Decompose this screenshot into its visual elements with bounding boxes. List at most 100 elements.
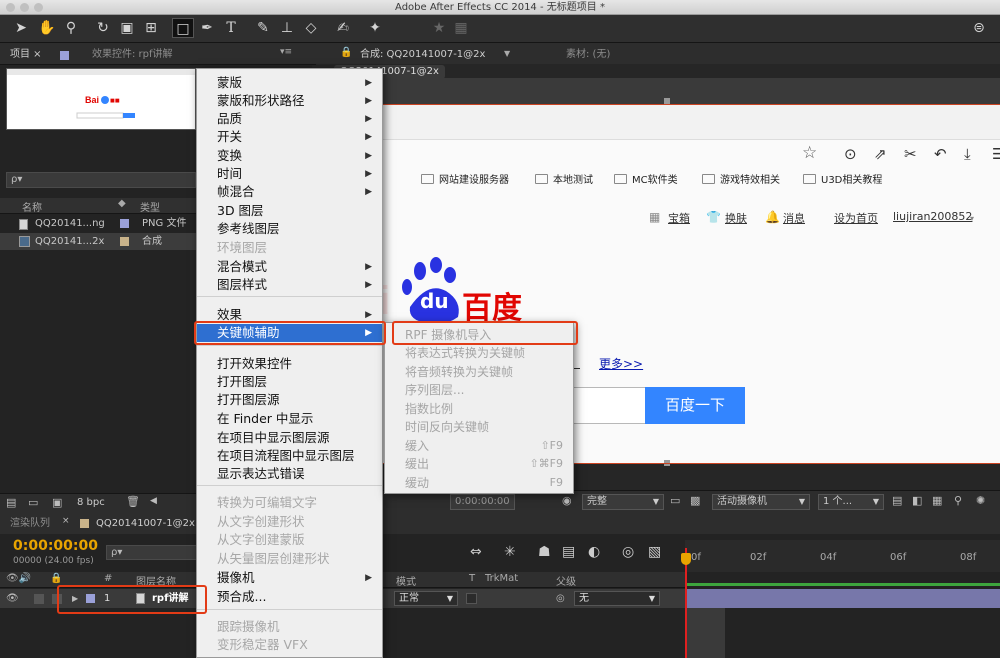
context-menu-item[interactable]: 3D 图层 (197, 202, 382, 220)
parent-pickwhip-icon[interactable]: ◎ (556, 589, 565, 608)
trash-icon[interactable]: 🗑 (126, 495, 140, 508)
snapshot-icon[interactable]: ◉ (562, 494, 572, 507)
change-skin-link[interactable]: 换肤 (725, 210, 747, 226)
transparency-grid-icon[interactable]: ▩ (690, 494, 700, 507)
tab-footage[interactable]: 素材: (无) (560, 46, 616, 64)
context-menu-item[interactable]: 蒙版和形状路径 ▶ (197, 92, 382, 110)
selection-tool-icon[interactable]: ➤ (10, 18, 32, 38)
solo-checkbox[interactable] (34, 594, 44, 604)
tab-timeline-composition[interactable]: QQ20141007-1@2x (90, 515, 201, 533)
trkmat-header: TrkMat (485, 573, 519, 584)
camera-view-dropdown[interactable]: 活动摄像机 ▼ (712, 494, 810, 510)
motion-blur-icon[interactable]: ◐ (588, 544, 600, 560)
context-menu-item[interactable]: 在项目中显示图层源 (197, 429, 382, 447)
type-tool-icon[interactable]: T (220, 18, 242, 38)
tab-effect-controls[interactable]: 效果控件: rpf讲解 (86, 46, 179, 64)
puppet-pin-tool-icon[interactable]: ✦ (364, 18, 386, 38)
brush-tool-icon[interactable]: ✎ (252, 18, 274, 38)
frame-blending-icon[interactable]: ▤ (562, 544, 575, 560)
context-menu-item[interactable]: 蒙版 ▶ (197, 74, 382, 92)
context-menu-item[interactable]: 时间 ▶ (197, 165, 382, 183)
rectangle-tool-icon[interactable]: □ (172, 18, 194, 38)
rotation-tool-icon[interactable]: ↻ (92, 18, 114, 38)
tab-composition[interactable]: 合成: QQ20141007-1@2x (354, 46, 491, 64)
preserve-transparency-checkbox[interactable] (466, 593, 477, 604)
fast-previews-icon[interactable]: ◧ (912, 494, 922, 507)
eraser-tool-icon[interactable]: ◇ (300, 18, 322, 38)
shy-layers-icon[interactable]: ☗ (538, 544, 551, 560)
context-menu-item[interactable]: 摄像机 ▶ (197, 569, 382, 587)
close-tab-icon[interactable]: × (62, 516, 70, 526)
camera-tool-icon[interactable]: ▣ (116, 18, 138, 38)
new-folder-icon[interactable]: ▭ (28, 496, 38, 509)
ruler-tick-label: 08f (960, 552, 977, 563)
work-area-bar[interactable] (685, 583, 1000, 586)
view-layout-dropdown[interactable]: 1 个... ▼ (818, 494, 884, 510)
context-menu-item[interactable]: 在项目流程图中显示图层 (197, 447, 382, 465)
panel-menu-icon[interactable]: ▾≡ (280, 47, 292, 57)
new-composition-icon[interactable]: ▣ (52, 496, 62, 509)
region-of-interest-icon[interactable]: ▭ (670, 494, 680, 507)
flowchart-icon[interactable]: ⚲ (954, 494, 962, 507)
context-menu-item[interactable]: 开关 ▶ (197, 128, 382, 146)
toggle-pixel-aspect-icon[interactable]: ▤ (892, 494, 902, 507)
context-menu-item[interactable]: 打开图层 (197, 373, 382, 391)
column-name-header[interactable]: 名称 (22, 199, 42, 214)
draft-3d-icon[interactable]: ✳ (504, 544, 516, 560)
hand-tool-icon[interactable]: ✋ (36, 18, 58, 38)
composition-mini-flowchart-icon[interactable]: ⇔ (470, 544, 482, 560)
graph-editor-icon[interactable]: ◎ (622, 544, 634, 560)
layer-duration-bar[interactable] (685, 589, 1000, 608)
user-dropdown-icon[interactable]: ▾ (970, 214, 974, 223)
lock-column-icon: 🔒 (50, 573, 63, 584)
pen-tool-icon[interactable]: ✒ (196, 18, 218, 38)
timeline-timecode[interactable]: 0:00:00:00 (13, 538, 98, 554)
baidu-search-button[interactable]: 百度一下 (645, 387, 745, 424)
comp-dropdown-icon[interactable]: ▼ (504, 49, 510, 58)
blend-mode-dropdown[interactable]: 正常 ▼ (394, 591, 458, 606)
context-menu-item[interactable]: 打开图层源 (197, 391, 382, 409)
treasure-box-link[interactable]: 宝箱 (668, 210, 690, 226)
brainstorm-icon[interactable]: ▧ (648, 544, 661, 560)
messages-link[interactable]: 消息 (783, 210, 805, 226)
parent-dropdown[interactable]: 无 ▼ (574, 591, 660, 606)
tab-render-queue[interactable]: 渲染队列 (4, 515, 56, 533)
context-menu-item[interactable]: 变换 ▶ (197, 147, 382, 165)
current-time-display[interactable]: 0:00:00:00 (450, 494, 515, 510)
context-menu-item[interactable]: 在 Finder 中显示 (197, 410, 382, 428)
exposure-icon[interactable]: ✺ (976, 494, 985, 507)
project-search-input[interactable]: ρ▾ (6, 172, 196, 188)
pan-behind-tool-icon[interactable]: ⊞ (140, 18, 162, 38)
context-menu-item[interactable]: 参考线图层 (197, 220, 382, 238)
annotation-highlight-box (57, 585, 207, 614)
tab-project[interactable]: 项目 × (4, 46, 48, 64)
bit-depth-label[interactable]: 8 bpc (77, 497, 105, 508)
column-type-header[interactable]: 类型 (140, 199, 160, 214)
set-homepage-link[interactable]: 设为首页 (834, 210, 878, 226)
workspace-toggle-icon[interactable]: ⊜ (966, 18, 992, 38)
zoom-tool-icon[interactable]: ⚲ (60, 18, 82, 38)
shortcut-label: ⇧⌘F9 (529, 457, 563, 470)
lock-icon[interactable]: 🔒 (340, 47, 352, 58)
context-menu-item[interactable]: 图层样式 ▶ (197, 276, 382, 294)
timeline-icon[interactable]: ▦ (932, 494, 942, 507)
current-time-indicator-handle[interactable] (681, 553, 691, 565)
context-menu-item[interactable]: 预合成... (197, 588, 382, 606)
context-menu-item[interactable]: 混合模式 ▶ (197, 258, 382, 276)
username-link[interactable]: liujiran200852 (893, 210, 972, 223)
context-menu-item[interactable]: 帧混合 ▶ (197, 183, 382, 201)
interpret-footage-icon[interactable]: ▤ (6, 496, 16, 509)
resolution-dropdown[interactable]: 完整 ▼ (582, 494, 664, 510)
context-menu-item[interactable]: 显示表达式错误 (197, 465, 382, 483)
clone-stamp-tool-icon[interactable]: ⊥ (276, 18, 298, 38)
roto-brush-tool-icon[interactable]: ✍ (332, 18, 354, 38)
snap-icon[interactable]: ▦ (450, 18, 472, 38)
context-menu-item[interactable]: 打开效果控件 (197, 355, 382, 373)
scroll-left-icon[interactable]: ◀ (150, 496, 157, 506)
back-arrow-icon: ↶ (934, 145, 947, 163)
title-bar: Adobe After Effects CC 2014 - 无标题项目 * (0, 0, 1000, 15)
more-link[interactable]: 更多>> (599, 355, 643, 372)
visibility-eye-icon[interactable]: 👁 (6, 589, 19, 608)
context-menu-item[interactable]: 品质 ▶ (197, 110, 382, 128)
time-ruler[interactable] (685, 540, 1000, 572)
